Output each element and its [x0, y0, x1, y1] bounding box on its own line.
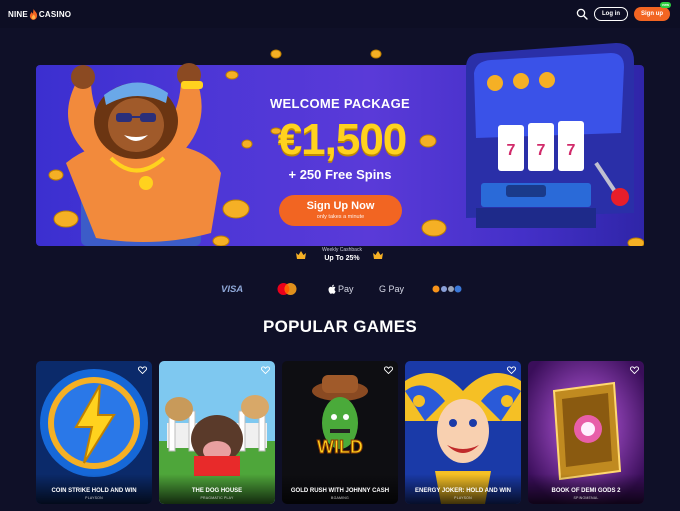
- logo-text-casino: CASINO: [38, 9, 72, 19]
- game-card[interactable]: WILD GOLD RUSH WITH JOHNNY CASH BGAMING: [282, 361, 398, 504]
- apple-icon: [328, 284, 336, 294]
- game-title: BOOK OF DEMI GODS 2: [551, 488, 621, 494]
- login-button[interactable]: Log in: [594, 7, 628, 21]
- popular-games-grid: COIN STRIKE HOLD AND WIN PLAYSON THE DOG…: [36, 361, 644, 506]
- game-provider: PRAGMATIC PLAY: [200, 496, 234, 500]
- svg-text:7: 7: [507, 142, 516, 159]
- apple-pay-logo: Pay: [328, 279, 354, 299]
- logo-text-nine: NINE: [8, 9, 28, 19]
- free-spins-text: + 250 Free Spins: [288, 167, 392, 182]
- wild-symbol-text: WILD: [317, 437, 363, 457]
- lion-character-illustration: [66, 63, 221, 246]
- game-card[interactable]: ENERGY JOKER: HOLD AND WIN PLAYSON: [405, 361, 521, 504]
- game-title: THE DOG HOUSE: [191, 488, 243, 494]
- new-badge: new: [660, 2, 671, 8]
- flame-logo-icon: [29, 8, 38, 20]
- svg-text:7: 7: [567, 142, 576, 159]
- heart-icon[interactable]: [261, 366, 270, 374]
- popular-games-heading: POPULAR GAMES: [262, 317, 418, 336]
- bonus-amount: €1,500: [277, 115, 408, 164]
- game-card[interactable]: BOOK OF DEMI GODS 2 SPINOMENAL: [528, 361, 644, 504]
- visa-logo: VISA: [221, 283, 244, 295]
- game-provider: PLAYSON: [454, 496, 472, 500]
- apple-pay-label: Pay: [338, 284, 354, 294]
- signup-button-label: Sign up: [641, 11, 663, 17]
- mastercard-icon: [276, 279, 298, 299]
- slot-machine-illustration: 7 7 7: [466, 43, 634, 228]
- game-card[interactable]: COIN STRIKE HOLD AND WIN PLAYSON: [36, 361, 152, 504]
- game-title: ENERGY JOKER: HOLD AND WIN: [414, 488, 511, 494]
- heart-icon[interactable]: [507, 366, 516, 374]
- signup-button[interactable]: Sign up new: [634, 2, 671, 21]
- game-provider: BGAMING: [331, 496, 349, 500]
- signup-now-subtext: only takes a minute: [316, 214, 365, 220]
- crypto-icon: [432, 279, 464, 299]
- svg-text:7: 7: [537, 142, 546, 159]
- google-pay-logo: G Pay: [379, 284, 405, 294]
- heart-icon[interactable]: [630, 366, 639, 374]
- crown-icon: [373, 251, 383, 259]
- game-title: GOLD RUSH WITH JOHNNY CASH: [290, 488, 390, 494]
- top-header: NINE CASINO Log in Sign up new: [0, 0, 680, 28]
- casino-logo[interactable]: NINE CASINO: [8, 8, 72, 20]
- heart-icon[interactable]: [384, 366, 393, 374]
- game-title: COIN STRIKE HOLD AND WIN: [51, 488, 137, 494]
- signup-now-button[interactable]: Sign Up Now only takes a minute: [279, 195, 402, 226]
- welcome-package-heading: WELCOME PACKAGE: [269, 96, 411, 111]
- cashback-value: Up To 25%: [324, 255, 360, 262]
- search-icon[interactable]: [576, 8, 588, 20]
- game-provider: SPINOMENAL: [573, 496, 599, 500]
- payment-methods: VISA Pay G Pay: [0, 279, 680, 299]
- signup-now-label: Sign Up Now: [306, 200, 375, 212]
- game-card[interactable]: THE DOG HOUSE PRAGMATIC PLAY: [159, 361, 275, 504]
- heart-icon[interactable]: [138, 366, 147, 374]
- cashback-title: Weekly Cashback: [322, 247, 362, 253]
- game-provider: PLAYSON: [85, 496, 103, 500]
- weekly-cashback: Weekly Cashback Up To 25%: [300, 247, 384, 262]
